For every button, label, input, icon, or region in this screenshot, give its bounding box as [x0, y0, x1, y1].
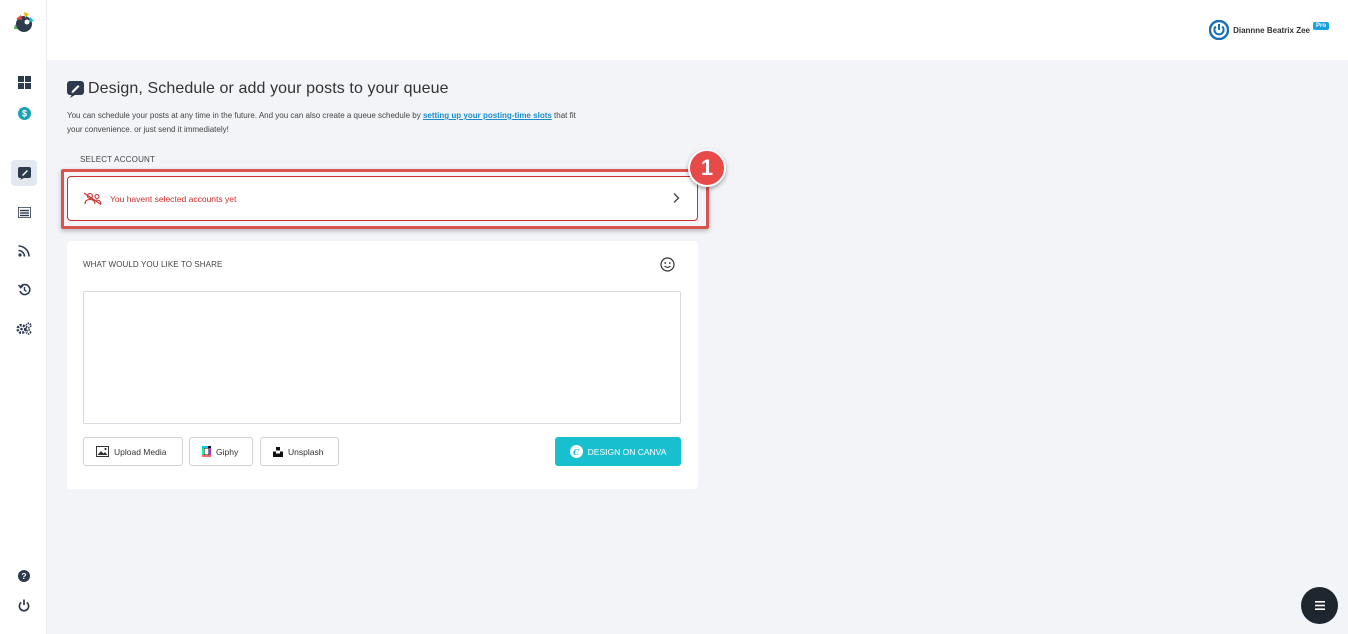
unsplash-button[interactable]: Unsplash	[260, 437, 339, 466]
dollar-icon[interactable]: $	[11, 100, 37, 126]
emoji-button[interactable]	[660, 257, 675, 277]
page-description: You can schedule your posts at any time …	[67, 109, 587, 137]
unsplash-icon	[273, 446, 283, 457]
emoji-icon	[660, 257, 675, 272]
upload-media-button[interactable]: Upload Media	[83, 437, 183, 466]
annotation-highlight	[61, 169, 709, 229]
compose-card: WHAT WOULD YOU LIKE TO SHARE Upload Medi…	[67, 241, 698, 489]
list-icon[interactable]	[11, 199, 37, 225]
page-header: Design, Schedule or add your posts to yo…	[67, 80, 449, 98]
giphy-label: Giphy	[216, 446, 239, 457]
app-logo-icon[interactable]	[11, 10, 37, 36]
svg-text:$: $	[21, 108, 26, 118]
user-name: Diannne Beatrix Zee	[1233, 25, 1310, 35]
user-menu[interactable]: Diannne Beatrix Zee Pro	[1209, 20, 1329, 40]
power-icon[interactable]	[11, 592, 37, 618]
sidebar: $ ?	[0, 0, 47, 634]
annotation-step-badge: 1	[688, 149, 726, 187]
top-bar: Diannne Beatrix Zee Pro	[47, 0, 1348, 60]
dashboard-icon[interactable]	[11, 69, 37, 95]
canva-icon: C	[569, 445, 583, 458]
image-icon	[96, 446, 109, 457]
help-icon[interactable]: ?	[11, 563, 37, 589]
compose-icon[interactable]	[11, 160, 37, 186]
giphy-button[interactable]: Giphy	[189, 437, 253, 466]
design-on-canva-button[interactable]: C DESIGN ON CANVA	[555, 437, 681, 466]
share-label: WHAT WOULD YOU LIKE TO SHARE	[83, 260, 223, 269]
page-title: Design, Schedule or add your posts to yo…	[88, 80, 449, 97]
giphy-icon	[202, 446, 211, 457]
design-on-canva-label: DESIGN ON CANVA	[587, 446, 667, 457]
unsplash-label: Unsplash	[288, 446, 324, 457]
settings-icon[interactable]	[11, 315, 37, 341]
history-icon[interactable]	[11, 276, 37, 302]
menu-icon	[1314, 601, 1325, 610]
power-avatar-icon	[1209, 20, 1230, 40]
rss-icon[interactable]	[11, 238, 37, 264]
svg-text:?: ?	[21, 571, 26, 581]
floating-menu-button[interactable]	[1301, 587, 1338, 624]
upload-media-label: Upload Media	[114, 446, 167, 457]
compose-title-icon	[67, 80, 84, 98]
description-text: You can schedule your posts at any time …	[67, 111, 423, 120]
posting-time-slots-link[interactable]: setting up your posting-time slots	[423, 111, 552, 120]
post-content-textarea[interactable]	[83, 291, 681, 424]
select-account-label: SELECT ACCOUNT	[80, 155, 156, 164]
pro-badge: Pro	[1312, 22, 1329, 30]
